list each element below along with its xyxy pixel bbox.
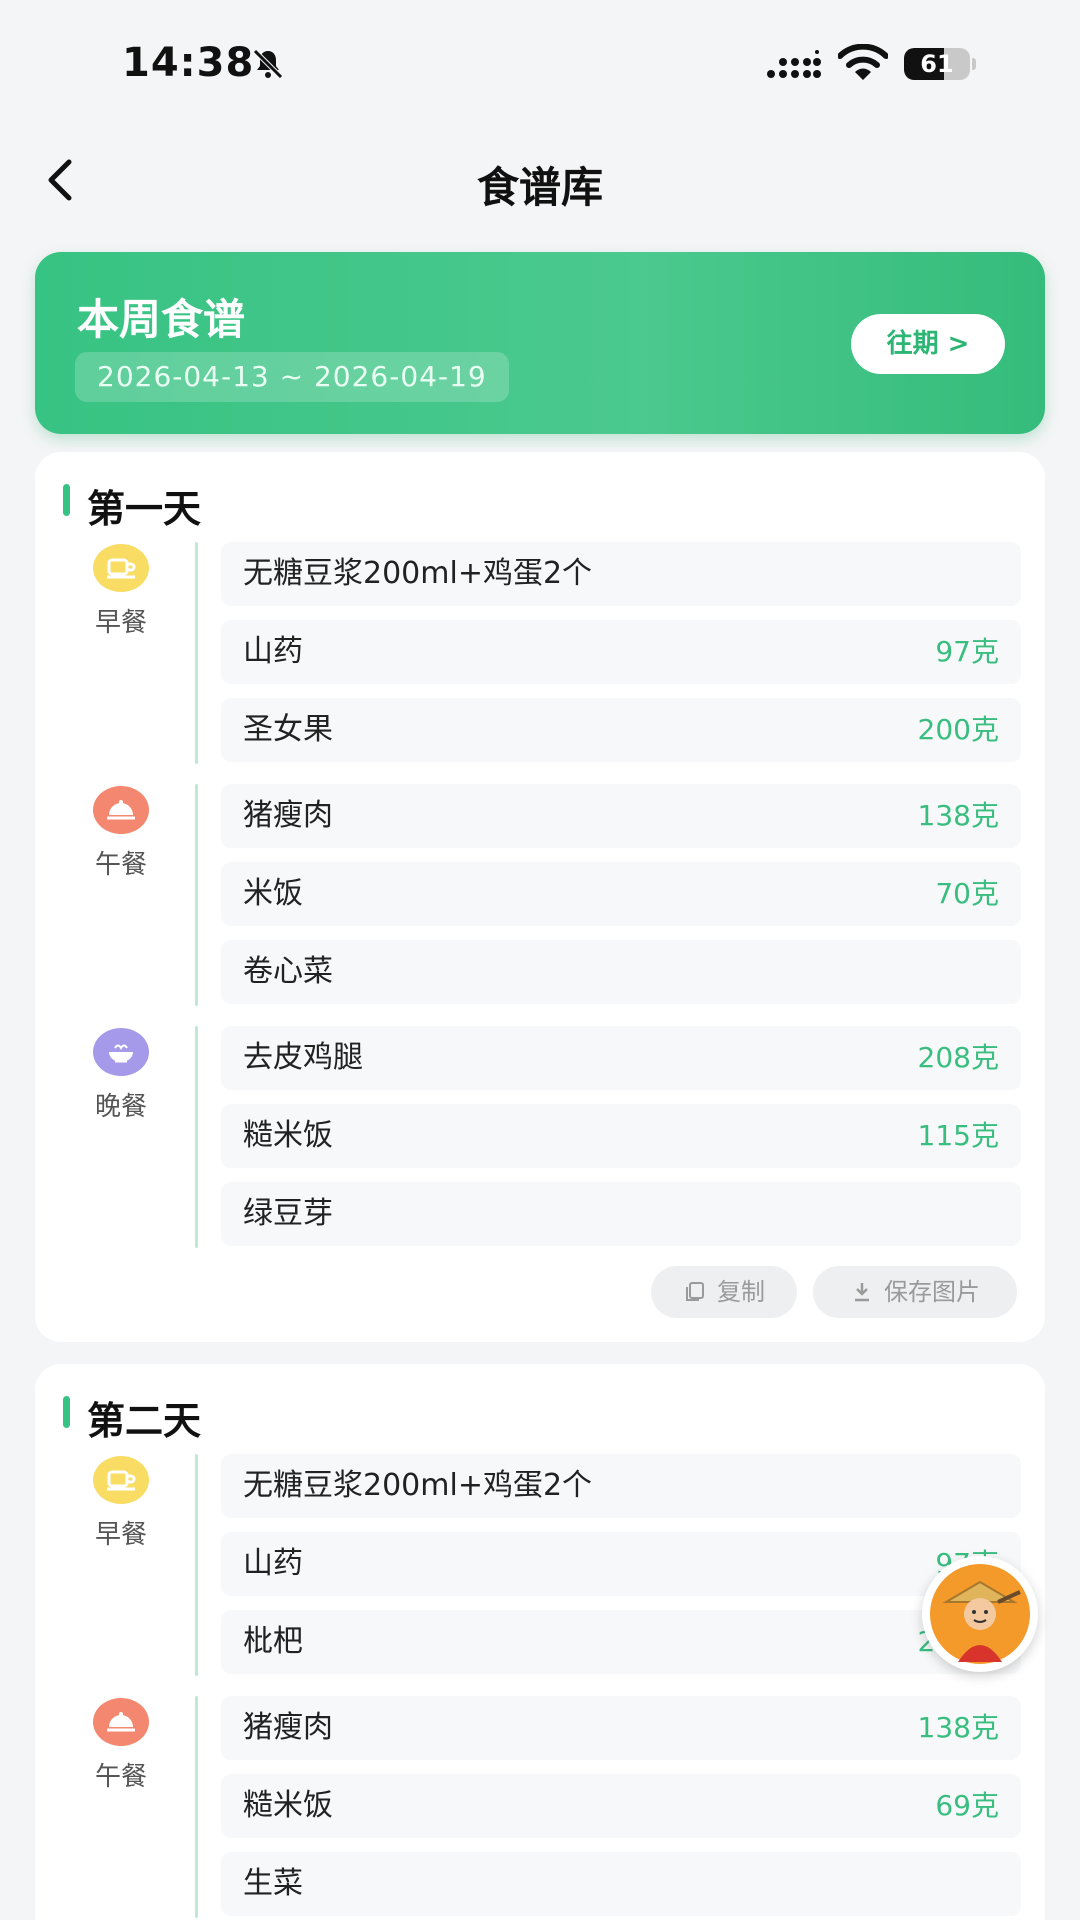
- food-name: 圣女果: [243, 712, 333, 747]
- food-amount: 97克: [935, 635, 999, 668]
- food-row: 山药 97克: [221, 620, 1021, 684]
- nav-bar: 食谱库: [0, 140, 1080, 220]
- food-row: 圣女果 200克: [221, 698, 1021, 762]
- food-row: 糙米饭 115克: [221, 1104, 1021, 1168]
- status-bar: 14:38 61: [0, 0, 1080, 130]
- food-name: 糙米饭: [243, 1118, 333, 1153]
- food-amount: 115克: [917, 1119, 999, 1152]
- food-name: 绿豆芽: [243, 1196, 333, 1231]
- farmer-avatar-icon: [930, 1564, 1030, 1664]
- food-row: 山药 97克: [221, 1532, 1021, 1596]
- meal-label: 午餐: [94, 1762, 147, 1792]
- food-row: 糙米饭 69克: [221, 1774, 1021, 1838]
- meal-label: 早餐: [94, 1520, 147, 1550]
- food-row: 生菜: [221, 1852, 1021, 1916]
- meal-label: 晚餐: [94, 1092, 147, 1122]
- copy-icon: [686, 1282, 704, 1301]
- lunch-icon: [93, 1698, 149, 1746]
- food-name: 去皮鸡腿: [243, 1040, 363, 1075]
- food-name: 枇杷: [243, 1624, 303, 1659]
- food-name: 生菜: [243, 1866, 303, 1901]
- copy-label: 复制: [717, 1278, 765, 1306]
- assistant-avatar-button[interactable]: [922, 1556, 1038, 1672]
- cellular-signal-icon: [767, 50, 821, 78]
- food-amount: 138克: [917, 799, 999, 832]
- breakfast-icon: [93, 1456, 149, 1504]
- food-name: 无糖豆浆200ml+鸡蛋2个: [243, 1468, 593, 1503]
- wifi-icon: [838, 44, 888, 80]
- food-name: 山药: [243, 1546, 303, 1581]
- date-range: 2026-04-13 ~ 2026-04-19: [75, 352, 509, 402]
- food-amount: 200克: [917, 713, 999, 746]
- status-time: 14:38: [122, 40, 255, 86]
- food-row: 卷心菜: [221, 940, 1021, 1004]
- battery-icon: 61: [904, 48, 976, 80]
- weekly-recipe-banner: 本周食谱 2026-04-13 ~ 2026-04-19 往期 >: [35, 252, 1045, 434]
- food-amount: 208克: [917, 1041, 999, 1074]
- banner-title: 本周食谱: [77, 295, 246, 344]
- save-image-label: 保存图片: [884, 1278, 980, 1306]
- food-name: 山药: [243, 634, 303, 669]
- food-row: 绿豆芽: [221, 1182, 1021, 1246]
- bell-muted-icon: [253, 49, 283, 79]
- food-row: 无糖豆浆200ml+鸡蛋2个: [221, 1454, 1021, 1518]
- food-name: 米饭: [243, 876, 303, 911]
- history-button[interactable]: 往期 >: [851, 314, 1005, 374]
- save-image-button[interactable]: 保存图片: [813, 1266, 1017, 1318]
- food-amount: 138克: [917, 1711, 999, 1744]
- breakfast-icon: [93, 544, 149, 592]
- dinner-icon: [93, 1028, 149, 1076]
- lunch-icon: [93, 786, 149, 834]
- meal-label: 午餐: [94, 850, 147, 880]
- food-row: 猪瘦肉 138克: [221, 784, 1021, 848]
- food-row: 米饭 70克: [221, 862, 1021, 926]
- food-row: 猪瘦肉 138克: [221, 1696, 1021, 1760]
- day-card-2: 第二天 早餐 无糖豆浆200ml+鸡蛋2个 山药 97克 枇杷 200克 午餐 …: [35, 1364, 1045, 1920]
- food-name: 卷心菜: [243, 954, 333, 989]
- day-title: 第一天: [87, 487, 202, 531]
- food-name: 猪瘦肉: [243, 1710, 333, 1745]
- copy-button[interactable]: 复制: [651, 1266, 797, 1318]
- food-row: 无糖豆浆200ml+鸡蛋2个: [221, 542, 1021, 606]
- food-name: 猪瘦肉: [243, 798, 333, 833]
- food-amount: 70克: [935, 877, 999, 910]
- battery-level: 61: [920, 50, 954, 78]
- meal-label: 早餐: [94, 608, 147, 638]
- download-icon: [855, 1283, 869, 1302]
- food-row: 枇杷 200克: [221, 1610, 1021, 1674]
- day-card-1: 第一天 早餐 无糖豆浆200ml+鸡蛋2个 山药 97克 圣女果 200克 午餐…: [35, 452, 1045, 1342]
- food-name: 糙米饭: [243, 1788, 333, 1823]
- food-amount: 69克: [935, 1789, 999, 1822]
- food-name: 无糖豆浆200ml+鸡蛋2个: [243, 556, 593, 591]
- food-row: 去皮鸡腿 208克: [221, 1026, 1021, 1090]
- page-title: 食谱库: [476, 163, 603, 212]
- day-title: 第二天: [87, 1399, 202, 1443]
